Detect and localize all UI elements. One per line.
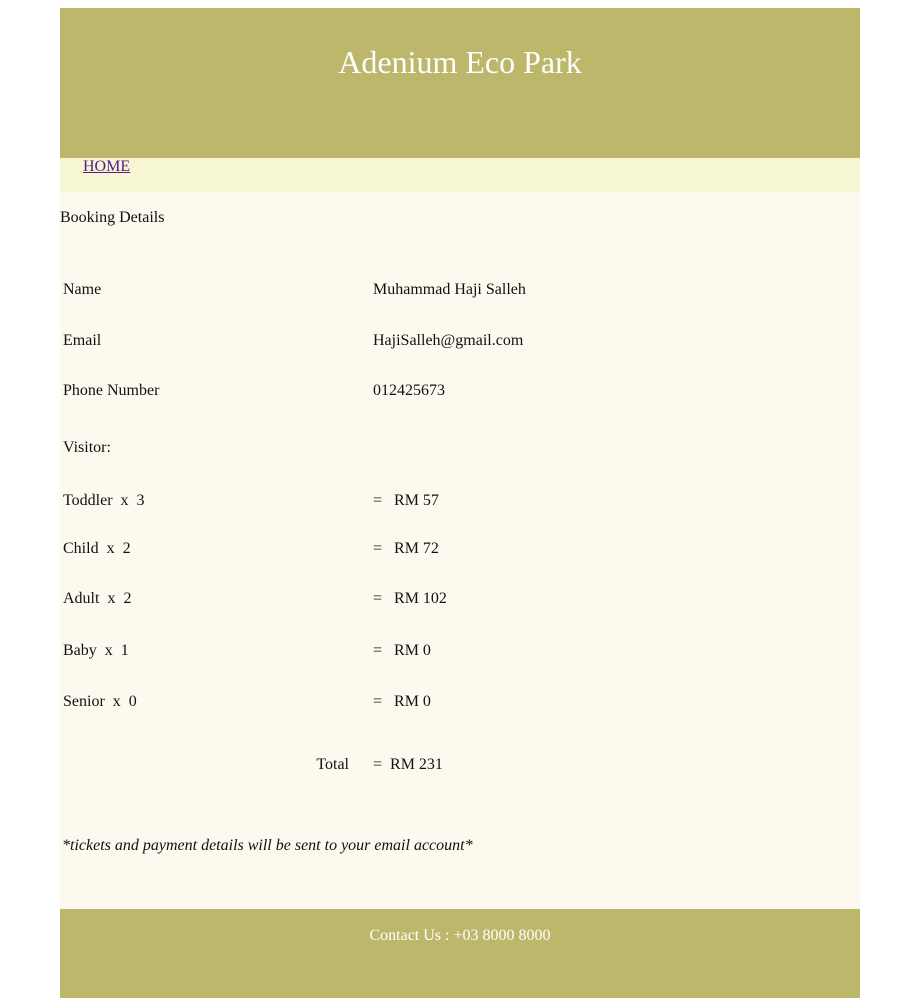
visitor-label: Toddler x 3	[63, 492, 145, 509]
contact-info: Contact Us : +03 8000 8000	[369, 927, 551, 944]
total-row: Total = RM 231	[60, 756, 860, 778]
name-row: Name Muhammad Haji Salleh	[60, 281, 860, 303]
phone-row: Phone Number 012425673	[60, 382, 860, 404]
visitor-label: Baby x 1	[63, 642, 129, 659]
visitor-row-adult: Adult x 2 = RM 102	[60, 590, 860, 612]
visitor-row-senior: Senior x 0 = RM 0	[60, 693, 860, 715]
visitor-heading: Visitor:	[63, 439, 111, 456]
total-label: Total	[316, 756, 349, 773]
email-note: *tickets and payment details will be sen…	[62, 837, 473, 854]
name-label: Name	[63, 281, 102, 298]
home-link[interactable]: HOME	[83, 158, 130, 176]
site-footer: Contact Us : +03 8000 8000	[60, 909, 860, 998]
site-header: Adenium Eco Park	[60, 8, 860, 158]
nav-bar: HOME	[60, 158, 860, 192]
email-value: HajiSalleh@gmail.com	[373, 332, 524, 349]
site-title: Adenium Eco Park	[338, 44, 582, 80]
visitor-amount: = RM 102	[373, 590, 447, 607]
visitor-row-baby: Baby x 1 = RM 0	[60, 642, 860, 664]
visitor-label: Child x 2	[63, 540, 131, 557]
phone-value: 012425673	[373, 382, 445, 399]
total-amount: = RM 231	[373, 756, 443, 773]
booking-details-title: Booking Details	[60, 209, 165, 226]
visitor-amount: = RM 57	[373, 492, 439, 509]
email-row: Email HajiSalleh@gmail.com	[60, 332, 860, 354]
email-label: Email	[63, 332, 102, 349]
visitor-amount: = RM 72	[373, 540, 439, 557]
visitor-row-toddler: Toddler x 3 = RM 57	[60, 492, 860, 514]
name-value: Muhammad Haji Salleh	[373, 281, 526, 298]
visitor-label: Senior x 0	[63, 693, 137, 710]
visitor-label: Adult x 2	[63, 590, 132, 607]
phone-label: Phone Number	[63, 382, 160, 399]
page-container: Adenium Eco Park HOME Booking Details Na…	[60, 8, 860, 998]
visitor-row-child: Child x 2 = RM 72	[60, 540, 860, 562]
visitor-amount: = RM 0	[373, 642, 431, 659]
visitor-heading-row: Visitor:	[60, 439, 860, 461]
visitor-amount: = RM 0	[373, 693, 431, 710]
